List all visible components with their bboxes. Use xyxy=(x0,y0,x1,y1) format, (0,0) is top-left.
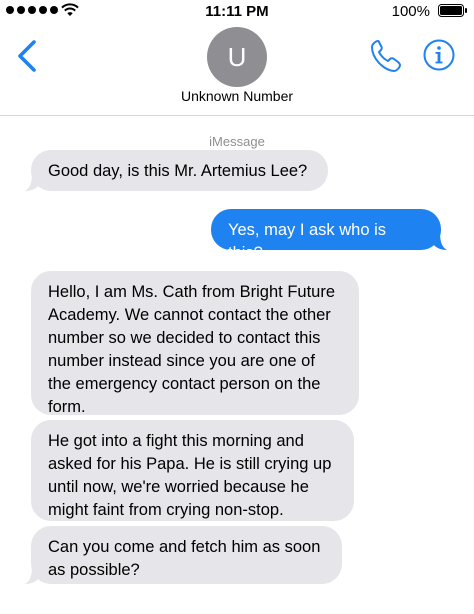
message-bubble-incoming[interactable]: Can you come and fetch him as soon as po… xyxy=(31,526,342,584)
chevron-left-icon[interactable] xyxy=(14,39,42,73)
message-text: He got into a fight this morning and ask… xyxy=(48,432,332,519)
battery-percent: 100% xyxy=(391,3,430,20)
message-bubble-incoming[interactable]: Good day, is this Mr. Artemius Lee? xyxy=(31,150,328,191)
battery-icon xyxy=(438,4,467,17)
bubble-tail xyxy=(25,566,39,584)
conversation-header: U Unknown Number xyxy=(0,24,474,116)
info-icon[interactable] xyxy=(423,39,455,71)
message-bubble-incoming[interactable]: He got into a fight this morning and ask… xyxy=(31,420,354,521)
phone-icon[interactable] xyxy=(369,38,403,74)
avatar[interactable]: U xyxy=(207,27,267,87)
message-bubble-outgoing[interactable]: Yes, may I ask who is this? xyxy=(211,209,441,262)
status-bar: 11:11 PM 100% xyxy=(0,0,474,24)
message-text: Hello, I am Ms. Cath from Bright Future … xyxy=(48,283,336,416)
message-text: Good day, is this Mr. Artemius Lee? xyxy=(48,162,308,180)
contact-name[interactable]: Unknown Number xyxy=(0,88,474,104)
message-text: Can you come and fetch him as soon as po… xyxy=(48,538,321,579)
message-text: Yes, may I ask who is this? xyxy=(228,221,387,262)
message-bubble-incoming[interactable]: Hello, I am Ms. Cath from Bright Future … xyxy=(31,271,359,416)
bubble-tail xyxy=(433,232,447,250)
bubble-tail xyxy=(25,173,39,191)
service-label: iMessage xyxy=(209,134,265,149)
